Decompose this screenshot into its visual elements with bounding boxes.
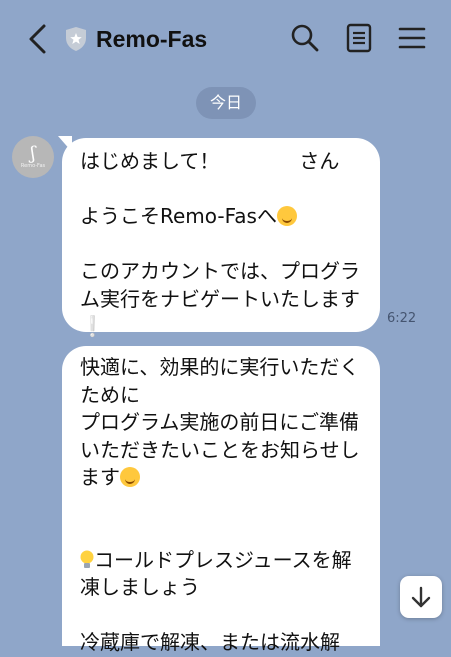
light-bulb-icon: [80, 550, 94, 568]
message-timestamp: 6:22: [387, 311, 417, 326]
shield-star-icon: [66, 27, 86, 51]
notes-icon[interactable]: [343, 22, 375, 54]
message-bubble[interactable]: はじめまして！ さん ようこそRemo-Fasへ このアカウントでは、プログラム…: [62, 138, 380, 338]
message-text: このアカウントでは、プログラム実行をナビゲートいたします❕: [80, 259, 360, 338]
avatar-logo-icon: ʃ: [30, 142, 36, 164]
avatar-label: Remo-Fas: [20, 162, 46, 169]
message-text: ようこそRemo-Fasへ: [80, 204, 277, 228]
message-text: はじめまして！ さん: [80, 149, 340, 173]
smiling-face-icon: [276, 206, 297, 226]
message-text: 快適に、効果的に実行いただくために プログラム実施の前日にご準備いただきたいこと…: [80, 355, 360, 489]
scroll-to-bottom-button[interactable]: [400, 576, 442, 618]
arrow-down-icon: [411, 586, 431, 608]
search-icon[interactable]: [289, 22, 321, 54]
hamburger-menu-icon[interactable]: [396, 22, 428, 54]
message-text: コールドプレスジュースを解凍しましょう: [80, 547, 352, 600]
message-bubble[interactable]: 快適に、効果的に実行いただくために プログラム実施の前日にご準備いただきたいこと…: [62, 346, 380, 654]
chevron-left-icon[interactable]: [24, 22, 52, 56]
avatar[interactable]: ʃ Remo-Fas: [12, 136, 54, 178]
chat-title: Remo-Fas: [96, 26, 208, 52]
date-separator: 今日: [196, 87, 256, 119]
message-text: 冷蔵庫で解凍、または流水解: [80, 630, 340, 654]
chat-header: Remo-Fas: [0, 0, 451, 78]
smiling-face-icon: [120, 467, 140, 487]
